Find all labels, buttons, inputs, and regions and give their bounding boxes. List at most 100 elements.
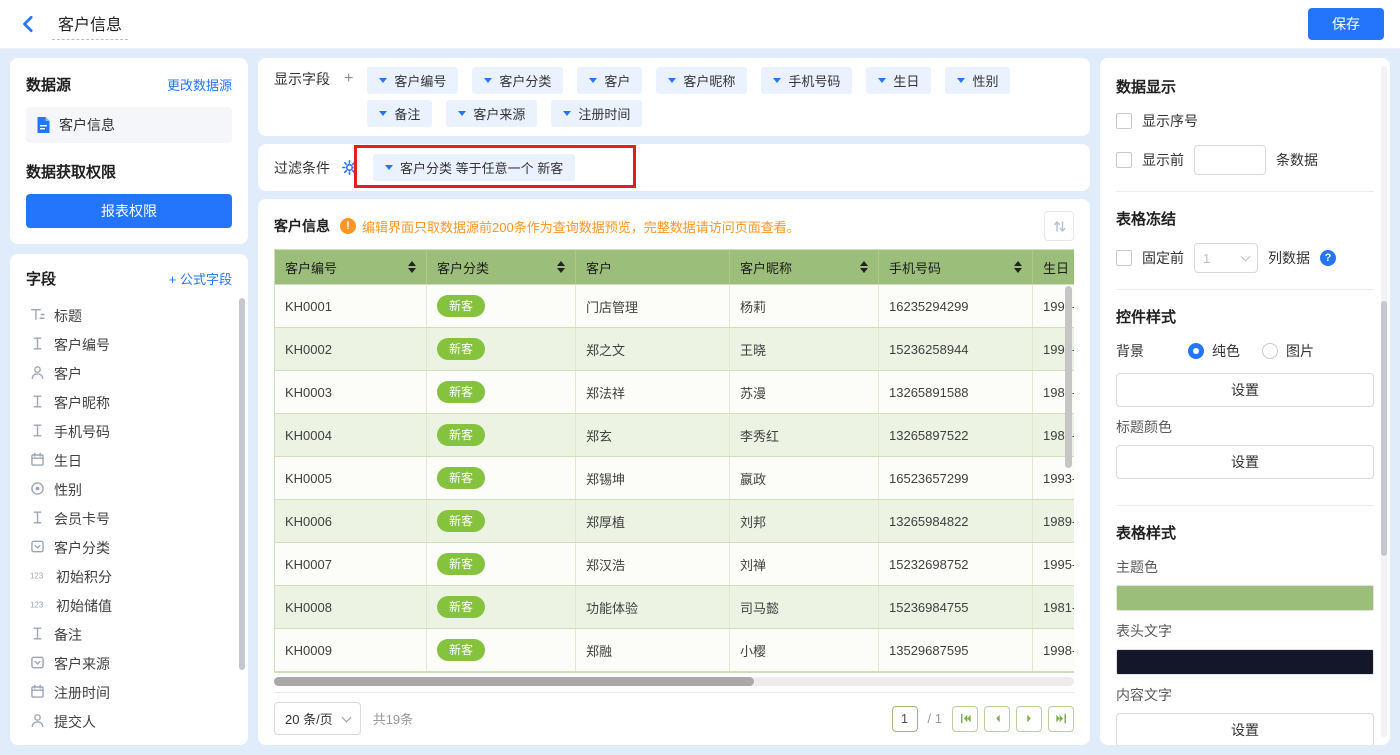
field-item-birthday[interactable]: 生日	[26, 446, 232, 475]
table-row[interactable]: KH0005 新客 郑锡坤 嬴政 16523657299 1993-08	[275, 456, 1074, 499]
image-radio-option[interactable]: 图片	[1262, 341, 1314, 361]
display-field-chip[interactable]: 备注	[367, 100, 432, 127]
display-field-chip[interactable]: 性别	[945, 67, 1010, 94]
column-header-customer[interactable]: 客户	[576, 250, 730, 284]
change-datasource-link[interactable]: 更改数据源	[167, 75, 232, 94]
column-header-birthday[interactable]: 生日	[1033, 250, 1074, 284]
radio-selected-icon[interactable]	[1188, 343, 1204, 359]
pagination-bar: 20 条/页 共19条 1 / 1	[274, 692, 1074, 735]
field-item-member-card[interactable]: 会员卡号	[26, 504, 232, 533]
sort-carets-icon[interactable]	[860, 261, 868, 273]
title-icon	[30, 307, 45, 325]
cell-customer: 郑玄	[576, 414, 730, 456]
row-limit-input[interactable]	[1194, 145, 1266, 175]
add-display-field-button[interactable]: +	[340, 67, 357, 127]
first-page-button[interactable]	[952, 706, 978, 732]
header-text-color-swatch[interactable]	[1116, 649, 1374, 675]
field-item-init-points[interactable]: 123 初始积分	[26, 562, 232, 591]
previous-page-button[interactable]	[984, 706, 1010, 732]
table-vertical-scrollbar[interactable]	[1065, 286, 1072, 468]
field-item-category[interactable]: 客户分类	[26, 533, 232, 562]
content-text-set-button[interactable]: 设置	[1116, 713, 1374, 745]
show-index-checkbox[interactable]	[1116, 113, 1132, 129]
freeze-count-select[interactable]: 1	[1194, 243, 1258, 273]
table-row[interactable]: KH0006 新客 郑厚植 刘邦 13265984822 1989-11	[275, 499, 1074, 542]
datasource-item[interactable]: 客户信息	[26, 107, 232, 143]
field-item-source[interactable]: 客户来源	[26, 649, 232, 678]
next-page-button[interactable]	[1016, 706, 1042, 732]
page-title[interactable]: 客户信息	[52, 9, 128, 40]
display-field-chip[interactable]: 手机号码	[761, 67, 852, 94]
table-row[interactable]: KH0004 新客 郑玄 李秀红 13265897522 1981-06	[275, 413, 1074, 456]
field-item-remark[interactable]: 备注	[26, 620, 232, 649]
cell-nickname: 刘禅	[730, 543, 879, 585]
datasource-panel: 数据源 更改数据源 客户信息 数据获取权限 报表权限	[10, 58, 248, 244]
display-field-chip[interactable]: 生日	[866, 67, 931, 94]
table-style-title: 表格样式	[1116, 522, 1374, 543]
help-icon[interactable]: ?	[1320, 250, 1336, 266]
column-header-phone[interactable]: 手机号码	[879, 250, 1033, 284]
column-header-nickname[interactable]: 客户昵称	[730, 250, 879, 284]
field-item-register-time[interactable]: 注册时间	[26, 678, 232, 707]
field-item-nickname[interactable]: 客户昵称	[26, 388, 232, 417]
text-icon	[30, 423, 45, 441]
cell-phone: 15236258944	[879, 328, 1033, 370]
add-formula-field-link[interactable]: + 公式字段	[169, 269, 232, 288]
radio-unselected-icon[interactable]	[1262, 343, 1278, 359]
table-horizontal-scrollbar[interactable]	[274, 677, 1074, 686]
filter-condition-chip[interactable]: 客户分类 等于任意一个 新客	[373, 154, 575, 181]
save-button[interactable]: 保存	[1308, 8, 1384, 40]
header-text-label: 表头文字	[1116, 621, 1374, 641]
table-title: 客户信息	[274, 216, 330, 236]
table-row[interactable]: KH0007 新客 郑汉浩 刘禅 15232698752 1995-01	[275, 542, 1074, 585]
warning-icon: !	[340, 218, 356, 234]
theme-color-swatch[interactable]	[1116, 585, 1374, 611]
field-label: 客户来源	[54, 654, 110, 674]
report-permission-button[interactable]: 报表权限	[26, 194, 232, 228]
page-number-input[interactable]: 1	[892, 706, 918, 732]
column-header-category[interactable]: 客户分类	[427, 250, 576, 284]
cell-customer: 郑法祥	[576, 371, 730, 413]
table-row[interactable]: KH0003 新客 郑法祥 苏漫 13265891588 1989-11	[275, 370, 1074, 413]
chevron-down-icon	[484, 78, 492, 83]
table-row-partial[interactable]: 新客	[275, 671, 1074, 673]
field-item-customer-id[interactable]: 客户编号	[26, 330, 232, 359]
field-item-phone[interactable]: 手机号码	[26, 417, 232, 446]
display-field-chip[interactable]: 客户编号	[367, 67, 458, 94]
table-row[interactable]: KH0009 新客 郑融 小樱 13529687595 1998-05	[275, 628, 1074, 671]
title-color-set-button[interactable]: 设置	[1116, 445, 1374, 479]
sort-carets-icon[interactable]	[557, 261, 565, 273]
solid-color-radio-option[interactable]: 纯色	[1188, 341, 1240, 361]
display-field-chip[interactable]: 客户分类	[472, 67, 563, 94]
page-size-select[interactable]: 20 条/页	[274, 702, 361, 735]
table-row[interactable]: KH0001 新客 门店管理 杨莉 16235294299 1998-05	[275, 284, 1074, 327]
sort-carets-icon[interactable]	[408, 261, 416, 273]
last-page-button[interactable]	[1048, 706, 1074, 732]
field-item-gender[interactable]: 性别	[26, 475, 232, 504]
field-item-title[interactable]: 标题	[26, 301, 232, 330]
page-total: / 1	[928, 711, 942, 726]
text-icon	[30, 336, 45, 354]
settings-scrollbar[interactable]	[1381, 301, 1387, 556]
show-first-checkbox[interactable]	[1116, 152, 1132, 168]
field-item-submitter[interactable]: 提交人	[26, 707, 232, 736]
table-row[interactable]: KH0008 新客 功能体验 司马懿 15236984755 1981-06	[275, 585, 1074, 628]
display-field-chip[interactable]: 客户	[577, 67, 642, 94]
cell-phone: 15236984755	[879, 586, 1033, 628]
display-field-chip[interactable]: 客户来源	[446, 100, 537, 127]
field-item-init-value[interactable]: 123 初始储值	[26, 591, 232, 620]
scrollbar-thumb[interactable]	[274, 677, 754, 686]
sort-carets-icon[interactable]	[1014, 261, 1022, 273]
gear-icon[interactable]	[342, 160, 357, 175]
back-icon[interactable]	[20, 15, 38, 33]
fields-scrollbar[interactable]	[239, 298, 245, 670]
field-item-customer[interactable]: 客户	[26, 359, 232, 388]
text-icon	[30, 394, 45, 412]
freeze-columns-checkbox[interactable]	[1116, 250, 1132, 266]
column-header-customer-id[interactable]: 客户编号	[275, 250, 427, 284]
display-field-chip[interactable]: 注册时间	[551, 100, 642, 127]
table-row[interactable]: KH0002 新客 郑之文 王晓 15236258944 1993-08	[275, 327, 1074, 370]
background-set-button[interactable]: 设置	[1116, 373, 1374, 407]
display-field-chip[interactable]: 客户昵称	[656, 67, 747, 94]
custom-sort-button[interactable]	[1044, 211, 1074, 241]
